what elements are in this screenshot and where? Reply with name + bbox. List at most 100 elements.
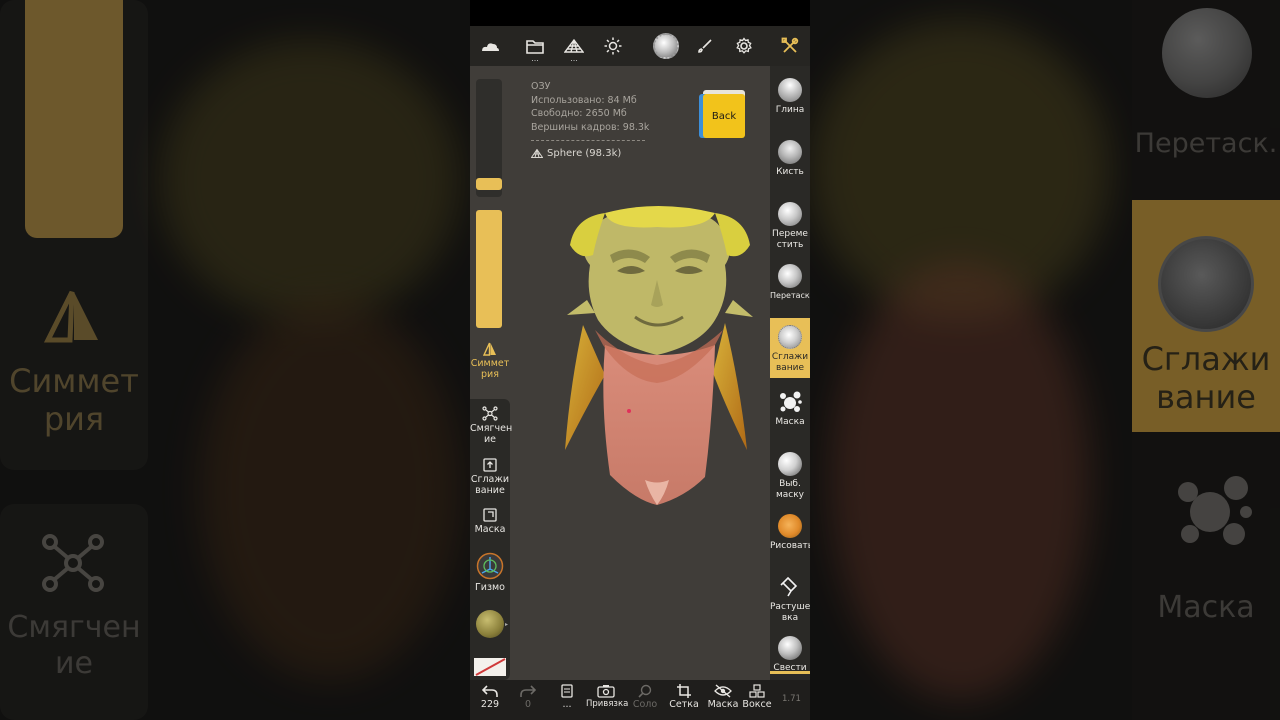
settings-button[interactable] (728, 30, 760, 62)
stats-overlay: ОЗУ Использовано: 84 Мб Свободно: 2650 М… (531, 80, 649, 161)
upload-box-icon (483, 458, 497, 472)
intensity-slider-fill[interactable] (476, 210, 502, 328)
top-toolbar: ... ... (470, 26, 810, 66)
background-right-panel: Перетаск. Сглажи вание Маска (810, 0, 1280, 720)
stroke-button[interactable] (689, 30, 721, 62)
undo-count: 229 (480, 699, 500, 710)
voxel-cubes-icon (749, 684, 765, 698)
magnifier-icon (638, 684, 652, 698)
move-brush-button[interactable]: Переме стить (770, 202, 810, 250)
bg-dim (0, 0, 470, 720)
clay-brush-label: Глина (775, 105, 805, 115)
app-screen: ... ... ОЗУ Использовано: 84 Мб Свободно… (470, 0, 810, 720)
smudge-brush-button[interactable]: Растуше вка (770, 576, 810, 623)
orientation-cube[interactable]: Back (699, 90, 745, 138)
redo-icon (520, 685, 536, 697)
tools-button[interactable] (774, 30, 806, 62)
app-version: 1.71 (782, 694, 801, 704)
smooth-shortcut-label: Сглажи вание (470, 474, 510, 496)
gear-icon (736, 37, 752, 54)
standard-brush-label: Кисть (776, 167, 804, 177)
mask-splat-icon (780, 391, 802, 412)
gizmo-label: Гизмо (475, 582, 505, 593)
select-mask-label: Выб. маску (775, 479, 804, 500)
files-menu-dots: ... (531, 54, 539, 63)
scene-button[interactable]: ... (558, 30, 590, 63)
soften-button[interactable]: Смягчен ие (470, 406, 513, 445)
left-tool-column: Симмет рия Смягчен ие Сглажи вание Маска… (470, 66, 513, 680)
voxel-button[interactable]: Воксе (738, 684, 776, 710)
layers-icon (561, 684, 573, 698)
eye-off-icon (714, 684, 732, 698)
symmetry-button[interactable]: Симмет рия (470, 342, 510, 380)
ram-used: Использовано: 84 Мб (531, 94, 637, 106)
gizmo-icon (476, 552, 504, 580)
standard-brush-button[interactable]: Кисть (770, 140, 810, 178)
corner-box-icon (483, 508, 497, 522)
voxel-label: Воксе (742, 699, 772, 710)
flatten-icon (778, 636, 802, 660)
smooth-shortcut-button[interactable]: Сглажи вание (470, 458, 510, 496)
symmetry-icon (483, 342, 496, 356)
ram-free: Свободно: 2650 Мб (531, 108, 627, 119)
solo-label: Соло (632, 699, 658, 710)
soften-icon (482, 406, 498, 421)
sun-icon (604, 37, 622, 55)
move-brush-icon (778, 202, 802, 226)
intensity-slider[interactable] (476, 210, 502, 328)
bg-dim (810, 0, 1280, 720)
standard-brush-icon (778, 140, 802, 164)
mesh-name: Sphere (98.3k) (547, 148, 622, 159)
select-mask-button[interactable]: Выб. маску (770, 452, 810, 500)
files-button[interactable]: ... (519, 30, 551, 63)
cloud-icon (482, 43, 499, 51)
background-left-panel: Симмет рия Смягчен ие (0, 0, 470, 720)
mask-shortcut-label: Маска (474, 524, 506, 535)
drag-brush-button[interactable]: Перетаск. (770, 264, 810, 302)
paint-brush-icon (778, 514, 802, 538)
gizmo-button[interactable]: Гизмо (470, 552, 510, 593)
sculpt-model[interactable] (565, 205, 755, 510)
cube-back-face: Back (703, 94, 745, 138)
hide-mask-button[interactable]: Маска (703, 684, 743, 710)
flatten-brush-button[interactable]: Свести (770, 636, 810, 674)
grid-label: Сетка (669, 699, 699, 710)
brush-icon (698, 39, 712, 53)
snap-label: Привязка (586, 699, 629, 709)
layers-dots: ... (562, 699, 572, 710)
mesh-layers-icon (564, 39, 584, 53)
mask-shortcut-button[interactable]: Маска (470, 508, 510, 535)
bottom-toolbar: 229 0 ... Привязка Соло Сетка Маска Вокс… (470, 680, 810, 720)
camera-snap-icon (597, 685, 615, 698)
no-texture-icon (475, 658, 506, 676)
mask-brush-label: Маска (775, 417, 805, 427)
drag-brush-label: Перетаск. (770, 291, 810, 300)
mesh-entry[interactable]: Sphere (98.3k) (531, 147, 649, 161)
layers-button[interactable]: ... (547, 684, 587, 710)
redo-button[interactable]: 0 (508, 684, 548, 710)
paint-brush-button[interactable]: Рисовать (770, 514, 810, 552)
drag-brush-icon (778, 264, 802, 288)
right-brush-column: Глина Кисть Переме стить Перетаск. Сглаж… (770, 66, 810, 680)
lighting-button[interactable] (597, 30, 629, 62)
clay-brush-button[interactable]: Глина (770, 78, 810, 116)
undo-button[interactable]: 229 (470, 684, 510, 710)
sphere-material-icon (653, 33, 679, 59)
status-bar (470, 0, 810, 26)
mask-brush-button[interactable]: Маска (770, 390, 810, 428)
radius-slider[interactable] (476, 79, 502, 197)
hide-mask-label: Маска (707, 699, 739, 710)
radius-slider-handle[interactable] (476, 178, 502, 190)
grid-button[interactable]: Сетка (664, 684, 704, 710)
scene-menu-dots: ... (570, 54, 578, 63)
material-ball-button[interactable] (476, 610, 504, 638)
frame-vertices: Вершины кадров: 98.3k (531, 121, 650, 133)
snap-button[interactable]: Привязка (586, 684, 629, 709)
soften-label: Смягчен ие (470, 423, 513, 445)
material-button[interactable] (650, 30, 682, 62)
cloud-button[interactable] (474, 30, 506, 62)
alpha-texture-button[interactable] (474, 658, 506, 676)
solo-button[interactable]: Соло (625, 684, 665, 710)
select-mask-icon (778, 452, 802, 476)
smooth-brush-button[interactable]: Сглажи вание (770, 318, 810, 378)
